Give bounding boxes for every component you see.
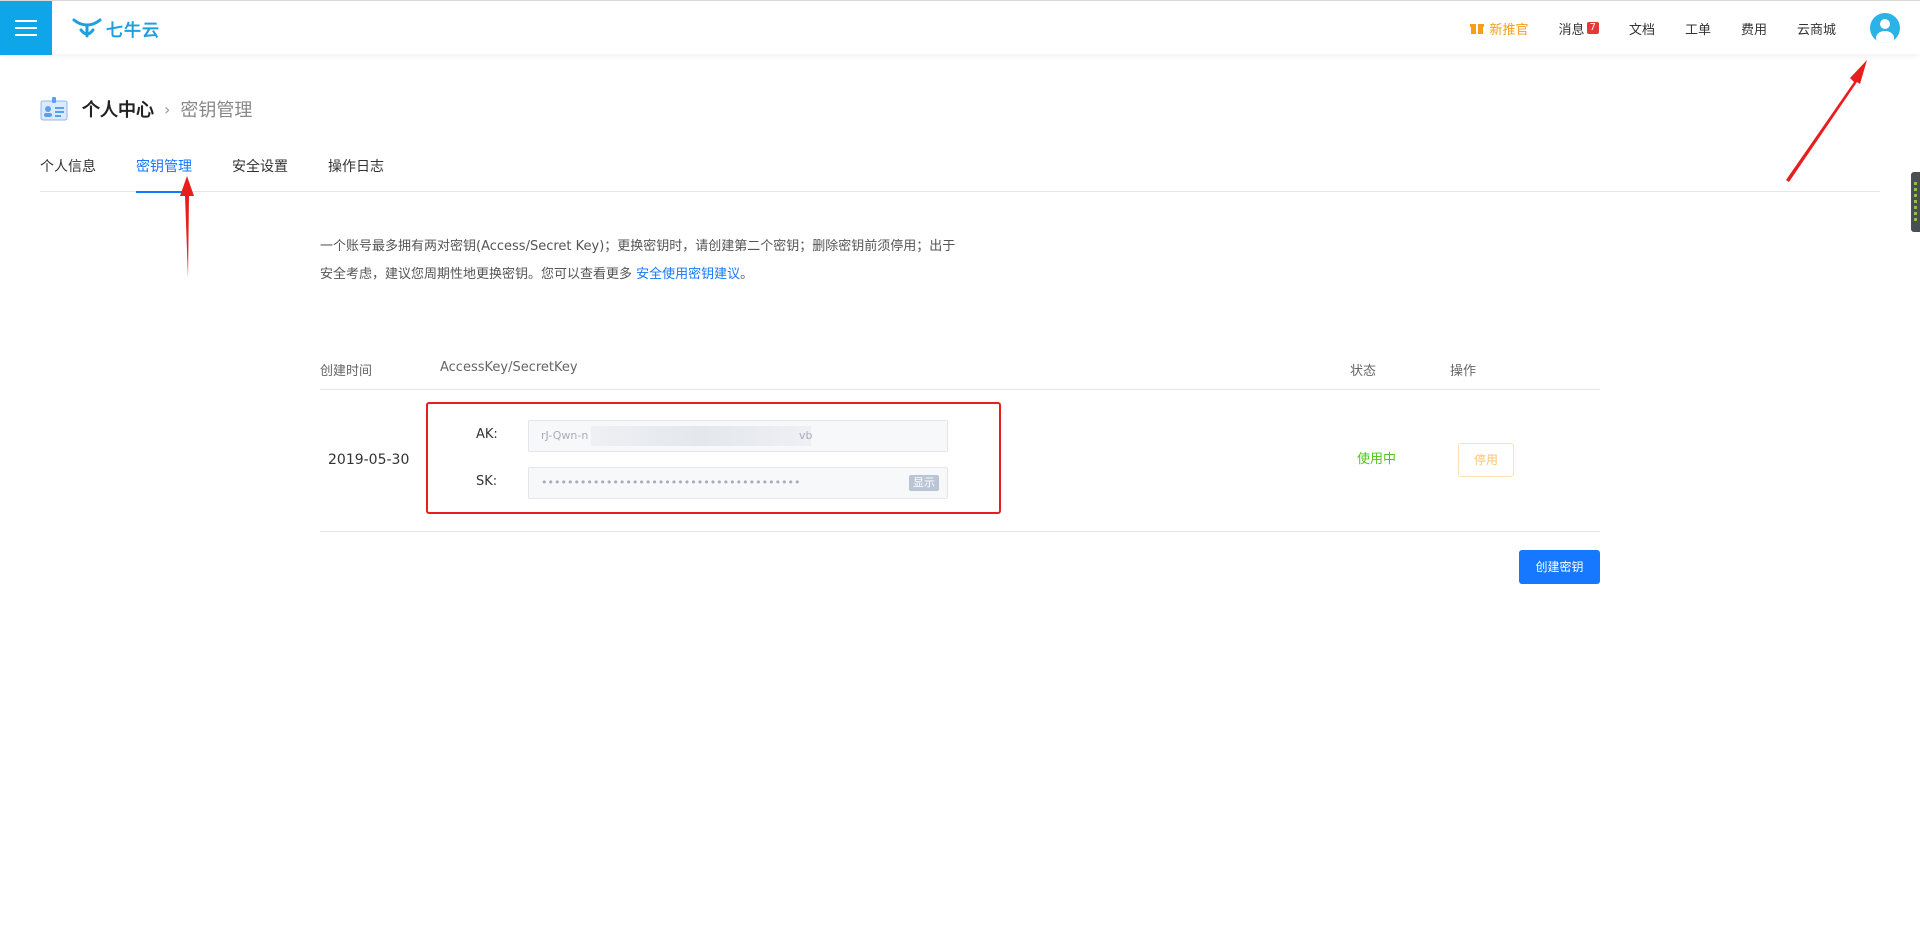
key-highlight-box: AK: rJ-Qwn-n vb SK: ••••••••••••••••••••… <box>426 402 1001 514</box>
status-badge: 使用中 <box>1357 452 1397 467</box>
logo-text: 七牛云 <box>106 20 160 41</box>
created-date: 2019-05-30 <box>328 452 410 468</box>
tab-profile[interactable]: 个人信息 <box>40 156 96 192</box>
redaction-blur <box>591 426 811 446</box>
breadcrumb-separator: › <box>164 99 171 119</box>
show-secret-button[interactable]: 显示 <box>909 475 939 491</box>
top-nav-links: 新推官 消息 7 文档 工单 费用 云商城 <box>1440 1 1920 55</box>
user-avatar-icon[interactable] <box>1870 13 1900 43</box>
nav-tickets[interactable]: 工单 <box>1685 19 1711 38</box>
nav-messages[interactable]: 消息 7 <box>1559 19 1599 38</box>
nav-referral[interactable]: 新推官 <box>1469 19 1529 38</box>
ak-label: AK: <box>476 427 498 442</box>
hamburger-menu-button[interactable] <box>0 1 52 55</box>
disable-key-button[interactable]: 停用 <box>1458 443 1514 477</box>
access-keys-table: 创建时间 AccessKey/SecretKey 状态 操作 2019-05-3… <box>320 352 1600 532</box>
brand-logo[interactable]: 七牛云 <box>72 14 160 42</box>
tab-key-management[interactable]: 密钥管理 <box>136 156 192 193</box>
create-key-button[interactable]: 创建密钥 <box>1519 550 1600 584</box>
column-keys: AccessKey/SecretKey <box>440 360 578 375</box>
gift-icon <box>1469 24 1484 34</box>
breadcrumb: 个人中心 › 密钥管理 <box>40 96 252 122</box>
column-status: 状态 <box>1350 364 1377 379</box>
security-advice-link[interactable]: 安全使用密钥建议 <box>636 267 740 282</box>
nav-marketplace[interactable]: 云商城 <box>1797 19 1836 38</box>
column-action: 操作 <box>1450 364 1477 379</box>
nav-billing[interactable]: 费用 <box>1741 19 1767 38</box>
id-card-icon <box>40 97 68 121</box>
nav-docs[interactable]: 文档 <box>1629 19 1655 38</box>
tab-operation-log[interactable]: 操作日志 <box>328 156 384 192</box>
qiniu-logo-icon <box>72 18 102 38</box>
access-key-field[interactable]: rJ-Qwn-n vb <box>528 420 948 452</box>
table-row: 2019-05-30 AK: rJ-Qwn-n vb SK: •••••••••… <box>320 390 1600 532</box>
message-count-badge: 7 <box>1586 22 1599 34</box>
top-navbar: 七牛云 新推官 消息 7 文档 工单 费用 云商城 <box>0 0 1920 55</box>
profile-tabs: 个人信息 密钥管理 安全设置 操作日志 <box>40 156 1880 193</box>
key-policy-description: 一个账号最多拥有两对密钥(Access/Secret Key)；更换密钥时，请创… <box>320 239 956 282</box>
breadcrumb-current[interactable]: 个人中心 <box>82 96 154 122</box>
side-feedback-widget[interactable] <box>1911 172 1920 232</box>
column-created: 创建时间 <box>320 364 373 379</box>
sk-label: SK: <box>476 474 498 489</box>
menu-icon <box>15 20 37 22</box>
secret-key-field[interactable]: ••••••••••••••••••••••••••••••••••••••••… <box>528 467 948 499</box>
table-header: 创建时间 AccessKey/SecretKey 状态 操作 <box>320 352 1600 390</box>
tab-security[interactable]: 安全设置 <box>232 156 288 192</box>
page-title: 密钥管理 <box>180 100 253 121</box>
